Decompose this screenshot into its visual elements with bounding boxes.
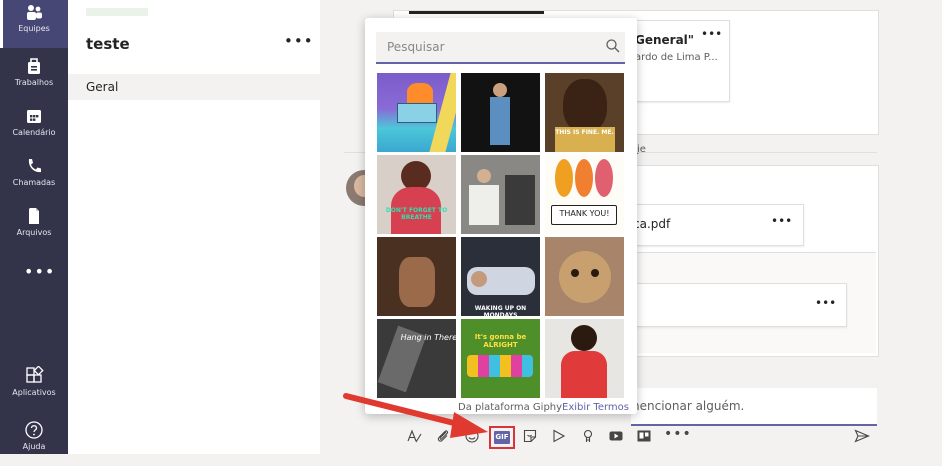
- gif-terms-link[interactable]: Exibir Termos: [562, 402, 629, 413]
- gif-search-input[interactable]: [376, 32, 607, 62]
- assignments-icon: [28, 58, 40, 74]
- rail-label: Chamadas: [12, 178, 56, 187]
- planner-icon[interactable]: [636, 428, 652, 444]
- file-attachment-2[interactable]: •••: [620, 283, 847, 327]
- gif-tile[interactable]: [377, 73, 456, 152]
- gif-tile[interactable]: DON'T FORGET TO BREATHE: [377, 155, 456, 234]
- search-icon[interactable]: [605, 38, 621, 54]
- meet-now-icon[interactable]: [551, 428, 567, 444]
- gif-caption: WAKING UP ON MONDAYS: [474, 305, 527, 316]
- team-name: teste: [86, 35, 130, 53]
- rail-label: Aplicativos: [12, 388, 56, 397]
- rail-label: Equipes: [18, 24, 50, 33]
- gif-tile[interactable]: [461, 73, 540, 152]
- gif-picker: THIS IS FINE. ME. DON'T FORGET TO BREATH…: [365, 18, 637, 414]
- annotation-arrow: [343, 393, 488, 438]
- apps-icon: [26, 366, 44, 383]
- gif-tile[interactable]: THANK YOU!: [545, 155, 624, 234]
- file2-more-button[interactable]: •••: [815, 296, 836, 310]
- gif-tile[interactable]: It's gonna be ALRIGHT: [461, 319, 540, 398]
- gif-tile[interactable]: [461, 155, 540, 234]
- channel-pane: teste ••• Geral: [68, 0, 320, 454]
- rail-item-help[interactable]: Ajuda: [0, 418, 68, 466]
- rail-item-files[interactable]: Arquivos: [0, 204, 68, 252]
- gif-tile[interactable]: [377, 237, 456, 316]
- file-name: ca.pdf: [633, 217, 671, 231]
- rail-label: Ajuda: [22, 442, 46, 451]
- rail-item-calls[interactable]: Chamadas: [0, 154, 68, 202]
- rail-label: Calendário: [12, 128, 56, 137]
- phone-icon: [28, 159, 41, 173]
- channel-label: Geral: [86, 80, 119, 94]
- gif-tile[interactable]: [545, 319, 624, 398]
- channel-item-geral[interactable]: Geral: [68, 74, 320, 100]
- gif-grid: THIS IS FINE. ME. DON'T FORGET TO BREATH…: [377, 73, 625, 401]
- gif-tile[interactable]: Hang in There!: [377, 319, 456, 398]
- gif-tile[interactable]: [545, 237, 624, 316]
- card-top-bar: [409, 11, 544, 14]
- team-more-button[interactable]: •••: [284, 32, 314, 50]
- send-icon[interactable]: [854, 428, 870, 444]
- gif-search-box: [376, 32, 625, 64]
- rail-item-apps[interactable]: Aplicativos: [0, 364, 68, 412]
- gif-tile[interactable]: WAKING UP ON MONDAYS: [461, 237, 540, 316]
- rail-label: Trabalhos: [14, 78, 54, 87]
- rail-item-teams[interactable]: Equipes: [0, 0, 68, 48]
- compose-box[interactable]: nencionar alguém.: [631, 388, 877, 426]
- team-avatar-fragment: [86, 8, 148, 16]
- gif-caption: It's gonna be ALRIGHT: [474, 333, 527, 349]
- app-rail: Equipes Trabalhos Calendário Chamadas Ar…: [0, 0, 68, 454]
- gif-caption: THIS IS FINE. ME.: [555, 129, 614, 136]
- card-subtitle: ardo de Lima P...: [635, 52, 718, 63]
- rail-item-assignments[interactable]: Trabalhos: [0, 54, 68, 102]
- files-icon: [29, 208, 39, 224]
- rail-more-button[interactable]: •••: [24, 262, 55, 281]
- gif-caption: THANK YOU!: [559, 209, 610, 218]
- sticker-icon[interactable]: [522, 428, 538, 444]
- gif-tile[interactable]: THIS IS FINE. ME.: [545, 73, 624, 152]
- file-more-button[interactable]: •••: [771, 214, 792, 228]
- rail-label: Arquivos: [16, 228, 52, 237]
- help-icon: [25, 421, 43, 439]
- gif-caption: DON'T FORGET TO BREATHE: [385, 207, 448, 221]
- praise-icon[interactable]: [580, 428, 596, 444]
- card-title: General": [635, 33, 695, 47]
- reply-fragment: je: [637, 144, 646, 155]
- file-attachment[interactable]: ca.pdf •••: [620, 204, 804, 246]
- gif-caption: Hang in There!: [400, 333, 456, 342]
- toolbar-more-button[interactable]: •••: [664, 426, 692, 442]
- teams-icon: [27, 5, 42, 20]
- calendar-icon: [27, 110, 41, 123]
- card-more-button[interactable]: •••: [701, 27, 722, 41]
- stream-icon[interactable]: [608, 428, 624, 444]
- rail-item-calendar[interactable]: Calendário: [0, 104, 68, 152]
- compose-placeholder-fragment: nencionar alguém.: [632, 399, 745, 413]
